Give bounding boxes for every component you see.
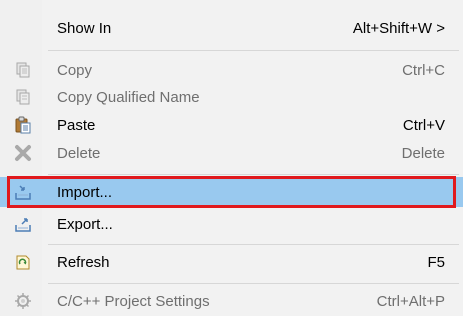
menu-item-copy-qualified-name[interactable]: Copy Qualified Name	[0, 82, 463, 112]
menu-separator	[48, 244, 459, 245]
menu-item-shortcut: Alt+Shift+W >	[352, 19, 445, 37]
paste-icon	[14, 116, 32, 134]
menu-item-label: Show In	[57, 19, 112, 37]
menu-separator	[48, 50, 459, 51]
menu-item-label: Paste	[57, 116, 96, 134]
menu-item-import[interactable]: Import...	[0, 177, 463, 207]
menu-item-shortcut: Ctrl+Alt+P	[376, 292, 445, 310]
refresh-icon	[14, 253, 32, 271]
menu-item-label: Refresh	[57, 253, 110, 271]
menu-item-shortcut: F5	[427, 253, 445, 271]
project-settings-icon	[14, 292, 32, 310]
menu-item-copy[interactable]: Copy Ctrl+C	[0, 55, 463, 85]
menu-item-label: C/C++ Project Settings	[57, 292, 210, 310]
menu-item-show-in[interactable]: Show In Alt+Shift+W >	[0, 13, 463, 43]
menu-separator	[48, 174, 459, 175]
export-icon	[14, 215, 32, 233]
menu-item-project-settings[interactable]: C/C++ Project Settings Ctrl+Alt+P	[0, 286, 463, 316]
menu-separator	[48, 283, 459, 284]
copy-qualified-name-icon	[14, 88, 32, 106]
menu-item-shortcut: Ctrl+C	[402, 61, 445, 79]
menu-item-label: Copy Qualified Name	[57, 88, 200, 106]
menu-item-label: Export...	[57, 215, 113, 233]
menu-item-label: Delete	[57, 144, 101, 162]
menu-item-label: Import...	[57, 183, 113, 201]
menu-item-shortcut: Ctrl+V	[402, 116, 445, 134]
copy-icon	[14, 61, 32, 79]
menu-item-shortcut: Delete	[401, 144, 445, 162]
import-icon	[14, 183, 32, 201]
context-menu: Show In Alt+Shift+W > Copy Ctrl+C Copy Q…	[0, 0, 463, 316]
menu-item-delete[interactable]: Delete Delete	[0, 138, 463, 168]
menu-item-refresh[interactable]: Refresh F5	[0, 247, 463, 277]
menu-item-label: Copy	[57, 61, 93, 79]
delete-icon	[14, 144, 32, 162]
menu-item-export[interactable]: Export...	[0, 209, 463, 239]
menu-item-paste[interactable]: Paste Ctrl+V	[0, 110, 463, 140]
